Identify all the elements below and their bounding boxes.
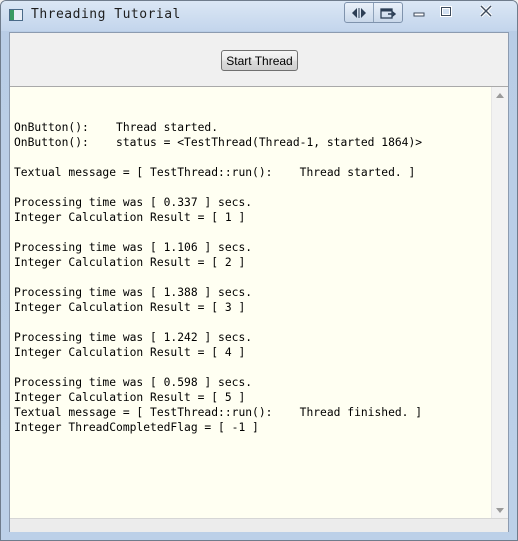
scroll-down-arrow-icon[interactable] xyxy=(492,502,508,518)
maximize-button[interactable] xyxy=(433,2,458,21)
window-title: Threading Tutorial xyxy=(31,7,181,22)
output-line: Processing time was [ 1.242 ] secs. xyxy=(14,331,253,344)
output-line: Integer ThreadCompletedFlag = [ -1 ] xyxy=(14,421,259,434)
output-line: Processing time was [ 1.388 ] secs. xyxy=(14,286,253,299)
scroll-up-arrow-icon[interactable] xyxy=(492,87,508,103)
bottom-strip xyxy=(10,518,508,532)
output-line: Processing time was [ 0.337 ] secs. xyxy=(14,196,253,209)
output-line: Integer Calculation Result = [ 3 ] xyxy=(14,301,246,314)
output-line: Integer Calculation Result = [ 2 ] xyxy=(14,256,246,269)
output-line: OnButton(): status = <TestThread(Thread-… xyxy=(14,136,423,149)
minimize-icon xyxy=(413,2,425,21)
output-line: Textual message = [ TestThread::run(): T… xyxy=(14,166,416,179)
tray-arrow-icon[interactable] xyxy=(373,3,402,22)
title-bar[interactable]: Threading Tutorial xyxy=(1,1,517,31)
output-line: Integer Calculation Result = [ 4 ] xyxy=(14,346,246,359)
output-line: Textual message = [ TestThread::run(): T… xyxy=(14,406,423,419)
close-button[interactable] xyxy=(462,2,509,21)
minimize-button[interactable] xyxy=(406,2,431,21)
output-line: Processing time was [ 0.598 ] secs. xyxy=(14,376,253,389)
output-text-area[interactable]: OnButton(): Thread started. OnButton(): … xyxy=(10,86,508,518)
output-line: OnButton(): Thread started. xyxy=(14,121,219,134)
swap-arrows-icon[interactable] xyxy=(345,3,373,22)
maximize-icon xyxy=(439,2,452,21)
output-log: OnButton(): Thread started. OnButton(): … xyxy=(14,105,422,435)
output-line: Integer Calculation Result = [ 5 ] xyxy=(14,391,246,404)
output-line: Integer Calculation Result = [ 1 ] xyxy=(14,211,246,224)
titlebar-extra-buttons xyxy=(344,2,403,23)
vertical-scrollbar[interactable] xyxy=(491,87,508,518)
start-thread-button[interactable]: Start Thread xyxy=(221,50,298,71)
app-window-icon[interactable] xyxy=(9,9,23,21)
client-area: Start Thread OnButton(): Thread started.… xyxy=(9,32,509,532)
app-window: Threading Tutorial Start Thread OnButton… xyxy=(0,0,518,541)
close-icon xyxy=(479,2,493,21)
output-line: Processing time was [ 1.106 ] secs. xyxy=(14,241,253,254)
